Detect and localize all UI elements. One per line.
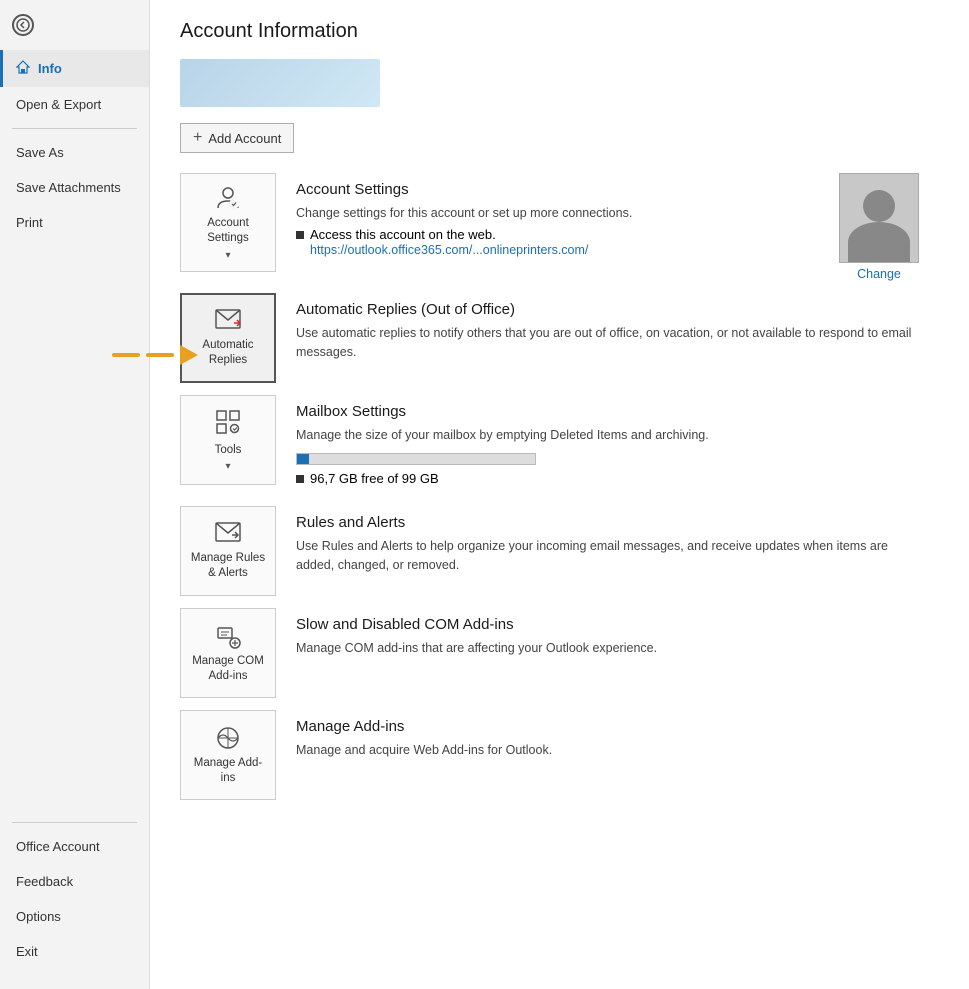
mailbox-settings-title: Mailbox Settings bbox=[296, 403, 919, 420]
profile-body bbox=[848, 222, 910, 262]
sidebar-divider bbox=[12, 128, 137, 129]
storage-label: 96,7 GB free of 99 GB bbox=[310, 471, 439, 486]
rules-alerts-content: Rules and Alerts Use Rules and Alerts to… bbox=[276, 506, 939, 587]
tools-icon-area bbox=[214, 408, 242, 439]
manage-com-addins-button[interactable]: Manage COMAdd-ins bbox=[180, 608, 276, 698]
account-settings-btn-label: AccountSettings bbox=[207, 216, 249, 246]
bullet-icon bbox=[296, 231, 304, 239]
account-settings-desc: Change settings for this account or set … bbox=[296, 204, 819, 223]
sidebar-bottom-divider bbox=[12, 822, 137, 823]
automatic-replies-icon bbox=[214, 308, 242, 334]
manage-com-addins-btn-label: Manage COMAdd-ins bbox=[192, 654, 264, 684]
rules-alerts-title: Rules and Alerts bbox=[296, 514, 919, 531]
dash-line-1 bbox=[112, 353, 140, 357]
account-settings-title: Account Settings bbox=[296, 181, 819, 198]
automatic-replies-title: Automatic Replies (Out of Office) bbox=[296, 301, 919, 318]
manage-rules-btn-label: Manage Rules& Alerts bbox=[191, 551, 265, 581]
account-settings-link[interactable]: https://outlook.office365.com/...onlinep… bbox=[310, 243, 588, 257]
back-icon bbox=[12, 14, 34, 36]
profile-change-link[interactable]: Change bbox=[857, 267, 901, 281]
com-addins-title: Slow and Disabled COM Add-ins bbox=[296, 616, 919, 633]
section-row-rules-alerts: Manage Rules& Alerts Rules and Alerts Us… bbox=[180, 506, 939, 596]
sidebar-item-print-label: Print bbox=[16, 215, 43, 230]
sidebar-item-save-attachments-label: Save Attachments bbox=[16, 180, 121, 195]
storage-text-area: 96,7 GB free of 99 GB bbox=[296, 471, 919, 486]
back-button[interactable] bbox=[0, 0, 149, 50]
sidebar-item-info[interactable]: Info bbox=[0, 50, 149, 87]
manage-addins-icon bbox=[214, 724, 242, 752]
manage-addins-content: Manage Add-ins Manage and acquire Web Ad… bbox=[276, 710, 939, 772]
tools-btn-label: Tools bbox=[215, 443, 242, 458]
sidebar-item-feedback-label: Feedback bbox=[16, 874, 73, 889]
manage-addins-title: Manage Add-ins bbox=[296, 718, 919, 735]
section-row-manage-addins: Manage Add-ins Manage Add-ins Manage and… bbox=[180, 710, 939, 800]
tools-button[interactable]: Tools ▾ bbox=[180, 395, 276, 485]
automatic-replies-button[interactable]: AutomaticReplies bbox=[180, 293, 276, 383]
manage-addins-btn-label: Manage Add-ins bbox=[187, 756, 269, 786]
account-settings-content: Account Settings Change settings for thi… bbox=[276, 173, 839, 265]
plus-icon: + bbox=[193, 129, 202, 147]
add-account-button[interactable]: + Add Account bbox=[180, 123, 294, 153]
account-settings-dropdown-arrow: ▾ bbox=[225, 250, 230, 261]
sidebar-item-exit[interactable]: Exit bbox=[0, 934, 149, 969]
sidebar-item-feedback[interactable]: Feedback bbox=[0, 864, 149, 899]
section-row-account-settings: AccountSettings ▾ Account Settings Chang… bbox=[180, 173, 939, 281]
home-icon bbox=[16, 60, 30, 77]
sidebar-item-options-label: Options bbox=[16, 909, 61, 924]
access-text: Access this account on the web. bbox=[310, 227, 496, 242]
manage-rules-button[interactable]: Manage Rules& Alerts bbox=[180, 506, 276, 596]
sidebar-item-office-account-label: Office Account bbox=[16, 839, 100, 854]
arrow-right bbox=[180, 345, 198, 365]
rules-alerts-desc: Use Rules and Alerts to help organize yo… bbox=[296, 537, 919, 575]
sidebar: Info Open & Export Save As Save Attachme… bbox=[0, 0, 150, 989]
storage-progress-bar bbox=[296, 453, 536, 465]
sidebar-item-save-as-label: Save As bbox=[16, 145, 64, 160]
sidebar-item-info-label: Info bbox=[38, 61, 62, 76]
sidebar-item-save-attachments[interactable]: Save Attachments bbox=[0, 170, 149, 205]
com-addins-icon bbox=[214, 622, 242, 650]
account-settings-bullet: Access this account on the web. https://… bbox=[296, 227, 819, 257]
profile-area: Change bbox=[839, 173, 919, 281]
sidebar-nav: Info Open & Export Save As Save Attachme… bbox=[0, 50, 149, 816]
add-account-label: Add Account bbox=[208, 131, 281, 146]
com-addins-content: Slow and Disabled COM Add-ins Manage COM… bbox=[276, 608, 939, 670]
sidebar-item-office-account[interactable]: Office Account bbox=[0, 829, 149, 864]
sidebar-bottom: Office Account Feedback Options Exit bbox=[0, 816, 149, 989]
profile-head bbox=[863, 190, 895, 222]
dash-line-2 bbox=[146, 353, 174, 357]
com-addins-desc: Manage COM add-ins that are affecting yo… bbox=[296, 639, 919, 658]
account-settings-bullet-text: Access this account on the web. https://… bbox=[310, 227, 588, 257]
tools-dropdown-arrow: ▾ bbox=[225, 461, 230, 472]
page-title: Account Information bbox=[180, 20, 939, 43]
storage-progress-fill bbox=[297, 454, 309, 464]
tools-icon bbox=[214, 408, 242, 436]
section-row-mailbox-settings: Tools ▾ Mailbox Settings Manage the size… bbox=[180, 395, 939, 494]
manage-rules-icon bbox=[214, 521, 242, 547]
sidebar-item-options[interactable]: Options bbox=[0, 899, 149, 934]
section-row-com-addins: Manage COMAdd-ins Slow and Disabled COM … bbox=[180, 608, 939, 698]
automatic-replies-desc: Use automatic replies to notify others t… bbox=[296, 324, 919, 362]
sidebar-item-print[interactable]: Print bbox=[0, 205, 149, 240]
arrow-decoration bbox=[112, 345, 198, 365]
sidebar-item-save-as[interactable]: Save As bbox=[0, 135, 149, 170]
account-settings-icon bbox=[214, 184, 242, 212]
sidebar-item-exit-label: Exit bbox=[16, 944, 38, 959]
account-settings-button[interactable]: AccountSettings ▾ bbox=[180, 173, 276, 272]
section-row-automatic-replies: AutomaticReplies Automatic Replies (Out … bbox=[180, 293, 939, 383]
mailbox-settings-content: Mailbox Settings Manage the size of your… bbox=[276, 395, 939, 494]
sidebar-item-open-export[interactable]: Open & Export bbox=[0, 87, 149, 122]
automatic-replies-btn-label: AutomaticReplies bbox=[202, 338, 253, 368]
automatic-replies-content: Automatic Replies (Out of Office) Use au… bbox=[276, 293, 939, 374]
main-content: Account Information + Add Account Accoun… bbox=[150, 0, 969, 989]
profile-photo bbox=[839, 173, 919, 263]
email-account-strip bbox=[180, 59, 380, 107]
mailbox-settings-desc: Manage the size of your mailbox by empty… bbox=[296, 426, 919, 445]
storage-bullet bbox=[296, 475, 304, 483]
manage-addins-button[interactable]: Manage Add-ins bbox=[180, 710, 276, 800]
manage-addins-desc: Manage and acquire Web Add-ins for Outlo… bbox=[296, 741, 919, 760]
sidebar-item-open-export-label: Open & Export bbox=[16, 97, 101, 112]
